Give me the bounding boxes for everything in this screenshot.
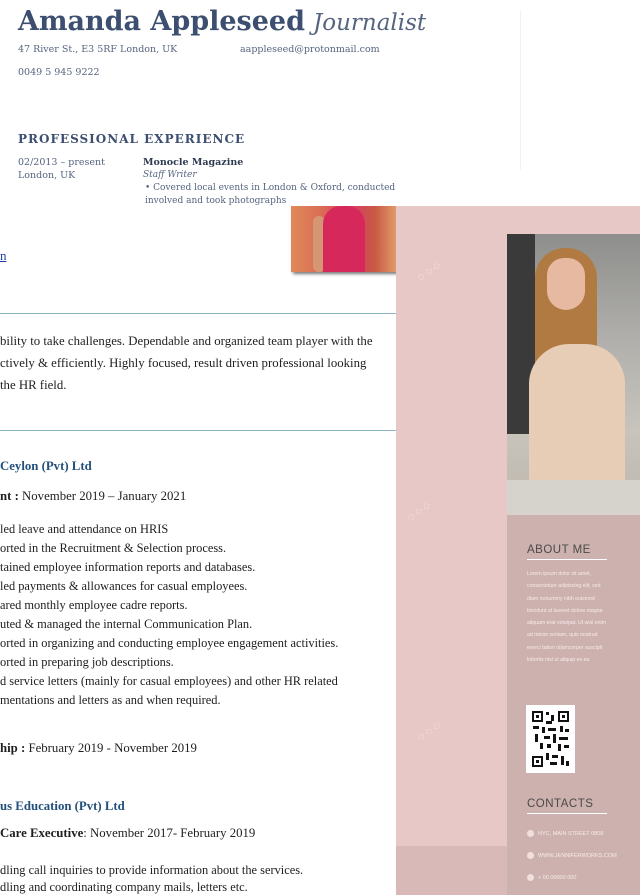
about-line: consectetuer adipiscing elit, sed bbox=[527, 583, 601, 590]
section-divider bbox=[0, 313, 396, 314]
period-value: November 2019 – January 2021 bbox=[18, 489, 187, 503]
employment-period: hip : February 2019 - November 2019 bbox=[0, 741, 197, 756]
qr-code-icon[interactable] bbox=[526, 705, 575, 773]
summary-line: bility to take challenges. Dependable an… bbox=[0, 334, 373, 348]
period-label: Care Executive bbox=[0, 826, 84, 840]
resume-header: Amanda Appleseed Journalist bbox=[18, 6, 426, 37]
employer-name: Ceylon (Pvt) Ltd bbox=[0, 459, 92, 473]
job-position: Staff Writer bbox=[143, 170, 197, 180]
employment-period: nt : November 2019 – January 2021 bbox=[0, 489, 186, 504]
duty-item: tained employee information reports and … bbox=[0, 560, 256, 574]
about-me-title: ABOUT ME bbox=[527, 544, 591, 556]
about-line: ad minim veniam, quis nostrud bbox=[527, 632, 598, 639]
about-line: aliquam erat volutpat. Ut wisi enim bbox=[527, 620, 606, 627]
photo-body-shape bbox=[529, 344, 625, 494]
section-title-experience: PROFESSIONAL EXPERIENCE bbox=[18, 132, 246, 146]
employment-period: Care Executive: November 2017- February … bbox=[0, 826, 255, 841]
contact-address: NYC, MAIN STREET 0808 bbox=[527, 830, 603, 837]
location-pin-icon bbox=[527, 830, 534, 837]
duty-item: mentations and letters as and when requi… bbox=[0, 693, 221, 707]
duty-item: orted in the Recruitment & Selection pro… bbox=[0, 541, 227, 555]
faded-page-edge bbox=[520, 10, 620, 170]
candidate-name: Amanda Appleseed bbox=[18, 6, 305, 37]
phone-icon bbox=[527, 874, 534, 881]
contact-website[interactable]: WWW.JENNIFERWORKS.COM bbox=[527, 852, 617, 859]
watermark-mark: ◇ ◇ ◇ bbox=[415, 719, 443, 743]
about-me-text: Lorem ipsum dolor sit amet, consectetuer… bbox=[527, 568, 627, 666]
job-employer: Monocle Magazine bbox=[143, 157, 244, 168]
contact-address-text: NYC, MAIN STREET 0808 bbox=[538, 830, 604, 837]
candidate-role: Journalist bbox=[313, 10, 427, 36]
watermark-mark: ◇ ◇ ◇ bbox=[405, 499, 433, 523]
contact-phone: + 00 00000 000 bbox=[527, 874, 576, 881]
about-line: Lorem ipsum dolor sit amet, bbox=[527, 571, 592, 577]
about-line: exerci tation ullamcorper suscipit bbox=[527, 644, 603, 651]
duty-item: dling and coordinating company mails, le… bbox=[0, 880, 248, 894]
email-link[interactable]: aappleseed@protonmail.com bbox=[240, 44, 380, 55]
duty-item: d service letters (mainly for casual emp… bbox=[0, 674, 338, 688]
photo-face-shape bbox=[547, 258, 585, 310]
contact-link[interactable]: n bbox=[0, 248, 7, 264]
photo-figure-shape bbox=[323, 206, 365, 272]
job-location: London, UK bbox=[18, 170, 76, 181]
hr-resume-document: n bility to take challenges. Dependable … bbox=[0, 206, 398, 895]
contacts-underline bbox=[527, 813, 607, 814]
duty-item: orted in organizing and conducting emplo… bbox=[0, 636, 339, 650]
duty-item: orted in preparing job descriptions. bbox=[0, 655, 174, 669]
summary-line: ctively & efficiently. Highly focused, r… bbox=[0, 356, 367, 370]
job-bullet: • Covered local events in London & Oxfor… bbox=[145, 183, 396, 206]
address: 47 River St., E3 5RF London, UK bbox=[18, 44, 178, 55]
job-bullet-text: Covered local events in London & Oxford,… bbox=[145, 183, 396, 206]
candidate-photo bbox=[291, 206, 396, 272]
period-value: : November 2017- February 2019 bbox=[83, 826, 256, 840]
phone-number: 0049 5 945 9222 bbox=[18, 67, 100, 78]
photo-desk-shape bbox=[507, 480, 640, 515]
duty-item: led leave and attendance on HRIS bbox=[0, 522, 169, 536]
contacts-title: CONTACTS bbox=[527, 798, 594, 810]
summary-line: the HR field. bbox=[0, 378, 67, 392]
about-line: lobortis nisl ut aliquip ex ea bbox=[527, 657, 590, 664]
duty-item: ared monthly employee cadre reports. bbox=[0, 598, 188, 612]
pink-resume-template: ◇ ◇ ◇ ◇ ◇ ◇ ◇ ◇ ◇ ABOUT ME Lorem ipsum d… bbox=[396, 206, 640, 895]
journalist-resume-document: Amanda Appleseed Journalist 47 River St.,… bbox=[0, 0, 640, 206]
period-label: hip : bbox=[0, 741, 26, 755]
duty-item: led payments & allowances for casual emp… bbox=[0, 579, 248, 593]
duty-item: uted & managed the internal Communicatio… bbox=[0, 617, 253, 631]
qr-code-graphic bbox=[530, 709, 571, 769]
about-line: diam nonummy nibh euismod bbox=[527, 595, 595, 602]
about-line: tincidunt ut laoreet dolore magna bbox=[527, 607, 603, 614]
period-label: nt : bbox=[0, 489, 19, 503]
contact-phone-text: + 00 00000 000 bbox=[538, 874, 577, 881]
job-period: 02/2013 – present bbox=[18, 157, 105, 168]
portrait-photo bbox=[507, 234, 640, 515]
section-divider bbox=[0, 430, 396, 431]
watermark-mark: ◇ ◇ ◇ bbox=[415, 259, 443, 283]
period-value: February 2019 - November 2019 bbox=[25, 741, 197, 755]
duty-item: dling call inquiries to provide informat… bbox=[0, 863, 304, 877]
about-me-underline bbox=[527, 559, 607, 560]
employer-name: us Education (Pvt) Ltd bbox=[0, 799, 125, 813]
globe-icon bbox=[527, 852, 534, 859]
contact-website-text: WWW.JENNIFERWORKS.COM bbox=[538, 852, 617, 859]
